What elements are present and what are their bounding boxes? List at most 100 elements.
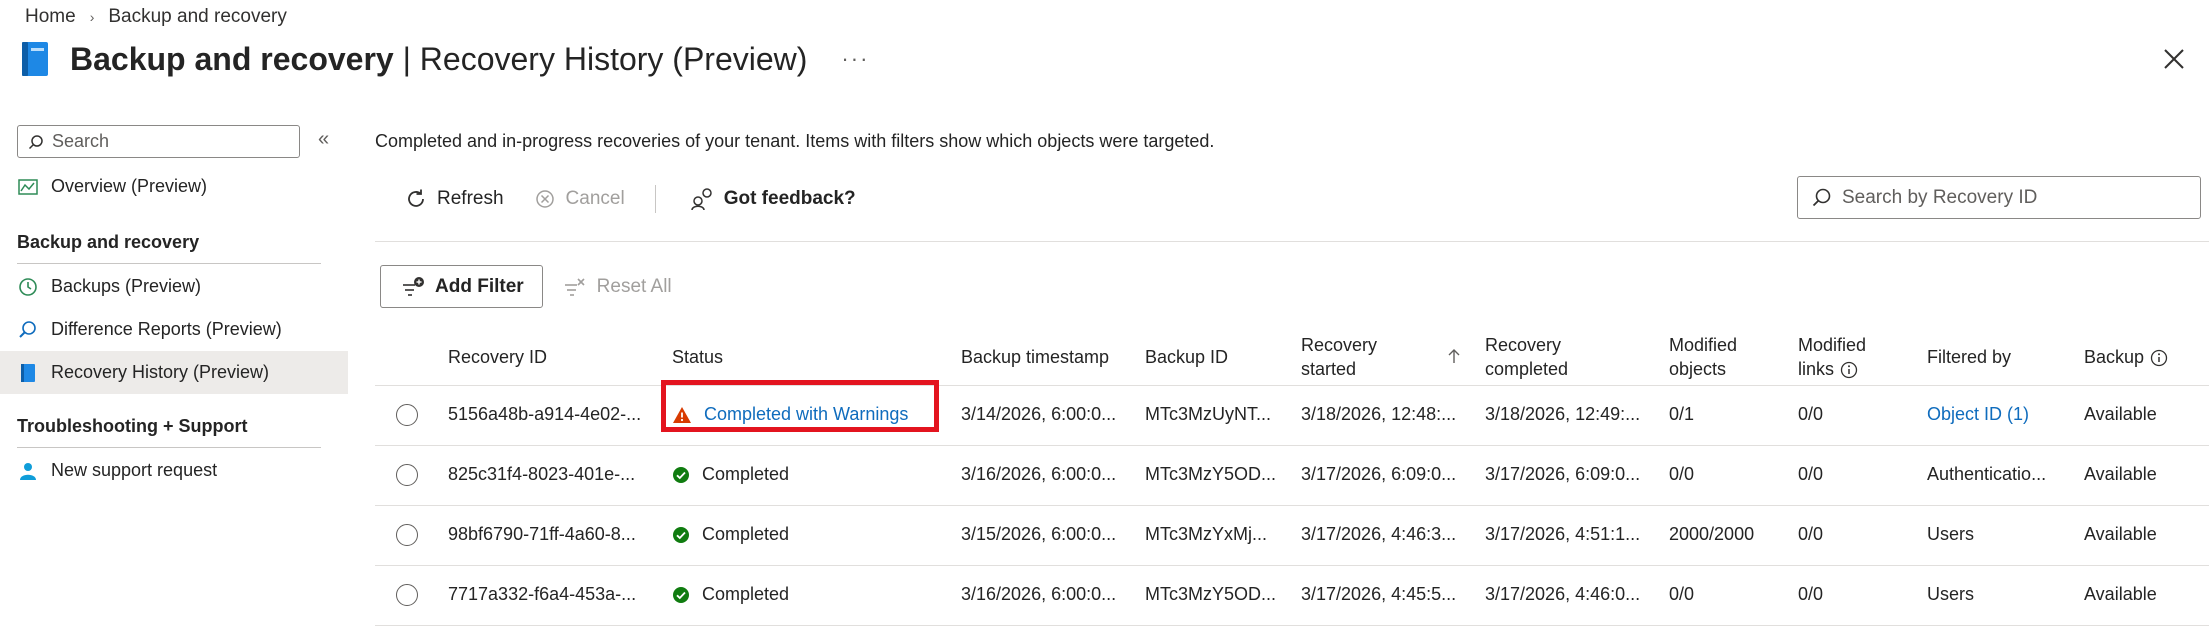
sort-ascending-icon[interactable] bbox=[1447, 348, 1461, 364]
recovery-history-table: Recovery ID Status Backup timestamp Back… bbox=[375, 326, 2209, 626]
collapse-sidebar-button[interactable]: « bbox=[318, 128, 329, 151]
col-modified-objects[interactable]: Modified objects bbox=[1669, 333, 1737, 381]
col-recovery-completed[interactable]: Recovery completed bbox=[1485, 333, 1568, 381]
search-icon bbox=[1812, 188, 1831, 206]
col-status[interactable]: Status bbox=[672, 345, 723, 369]
cell-backup-timestamp: 3/16/2026, 6:00:0... bbox=[961, 464, 1117, 484]
book-icon bbox=[22, 42, 48, 76]
book-icon bbox=[17, 362, 39, 384]
refresh-button[interactable]: Refresh bbox=[375, 177, 524, 221]
status-text: Completed bbox=[702, 524, 790, 544]
cell-modified-objects: 2000/2000 bbox=[1669, 524, 1755, 544]
clock-icon bbox=[17, 276, 39, 298]
info-icon[interactable] bbox=[2150, 349, 2168, 367]
table-row[interactable]: 7717a332-f6a4-453a-... Completed 3/16/20… bbox=[375, 566, 2209, 626]
cell-modified-links: 0/0 bbox=[1798, 524, 1824, 544]
page-title: Backup and recovery | Recovery History (… bbox=[70, 40, 808, 77]
sidebar-section-support: Troubleshooting + Support bbox=[17, 416, 248, 436]
cell-filtered-by-link[interactable]: Object ID (1) bbox=[1927, 404, 2029, 425]
more-options-button[interactable]: ··· bbox=[841, 46, 869, 72]
recovery-id-search-input[interactable] bbox=[1842, 186, 2192, 209]
col-backup-id[interactable]: Backup ID bbox=[1145, 345, 1228, 369]
check-circle-icon bbox=[672, 526, 690, 544]
cell-recovery-id: 7717a332-f6a4-453a-... bbox=[448, 584, 637, 604]
warning-icon bbox=[672, 406, 692, 424]
toolbar: Refresh Cancel Got feedback? bbox=[375, 175, 876, 223]
cell-status: Completed bbox=[672, 584, 789, 605]
col-recovery-id[interactable]: Recovery ID bbox=[448, 345, 547, 369]
status-text: Completed bbox=[702, 464, 790, 484]
row-select-radio[interactable] bbox=[396, 584, 418, 606]
cell-recovery-id: 98bf6790-71ff-4a60-8... bbox=[448, 524, 636, 544]
cell-recovery-id: 825c31f4-8023-401e-... bbox=[448, 464, 636, 484]
breadcrumb-current[interactable]: Backup and recovery bbox=[108, 6, 287, 28]
cell-recovery-completed: 3/18/2026, 12:49:... bbox=[1485, 404, 1641, 424]
cell-recovery-started: 3/17/2026, 6:09:0... bbox=[1301, 464, 1457, 484]
cell-status: Completed with Warnings bbox=[672, 404, 908, 425]
col-modified-links[interactable]: Modified links bbox=[1798, 333, 1866, 381]
sidebar-section-backup: Backup and recovery bbox=[17, 232, 200, 252]
divider bbox=[17, 447, 321, 448]
sidebar-search[interactable] bbox=[17, 125, 300, 158]
search-icon bbox=[28, 134, 43, 149]
cell-backup-timestamp: 3/16/2026, 6:00:0... bbox=[961, 584, 1117, 604]
reset-all-button[interactable]: Reset All bbox=[563, 276, 672, 298]
cell-backup-id: MTc3MzY5OD... bbox=[1145, 464, 1277, 484]
cell-modified-links: 0/0 bbox=[1798, 584, 1824, 604]
sidebar-item-label: Backups (Preview) bbox=[51, 276, 202, 296]
status-link[interactable]: Completed with Warnings bbox=[704, 404, 908, 425]
row-select-radio[interactable] bbox=[396, 404, 418, 426]
table-row[interactable]: 825c31f4-8023-401e-... Completed 3/16/20… bbox=[375, 446, 2209, 506]
cell-recovery-completed: 3/17/2026, 4:46:0... bbox=[1485, 584, 1641, 604]
cell-backup: Available bbox=[2084, 524, 2157, 544]
cell-modified-objects: 0/0 bbox=[1669, 464, 1695, 484]
sidebar-search-input[interactable] bbox=[52, 131, 292, 152]
sidebar-item-recovery-history[interactable]: Recovery History (Preview) bbox=[0, 351, 348, 394]
cell-recovery-started: 3/18/2026, 12:48:... bbox=[1301, 404, 1457, 424]
sidebar-item-label: Recovery History (Preview) bbox=[51, 362, 270, 382]
info-icon[interactable] bbox=[1840, 361, 1858, 379]
chevron-right-icon: › bbox=[89, 9, 95, 25]
overview-icon bbox=[17, 176, 39, 198]
feedback-people-icon bbox=[690, 188, 712, 211]
sidebar-item-label: New support request bbox=[51, 460, 218, 480]
col-backup[interactable]: Backup bbox=[2084, 345, 2168, 369]
cell-modified-objects: 0/1 bbox=[1669, 404, 1695, 424]
table-row[interactable]: 98bf6790-71ff-4a60-8... Completed 3/15/2… bbox=[375, 506, 2209, 566]
add-filter-icon bbox=[403, 276, 424, 296]
sidebar-item-difference-reports[interactable]: Difference Reports (Preview) bbox=[0, 308, 348, 351]
sidebar-item-backups[interactable]: Backups (Preview) bbox=[0, 265, 348, 308]
cancel-button[interactable]: Cancel bbox=[524, 177, 645, 221]
col-backup-timestamp[interactable]: Backup timestamp bbox=[961, 345, 1109, 369]
breadcrumb-home[interactable]: Home bbox=[25, 6, 76, 28]
cell-backup-id: MTc3MzY5OD... bbox=[1145, 584, 1277, 604]
col-filtered-by[interactable]: Filtered by bbox=[1927, 345, 2011, 369]
sidebar-item-new-support-request[interactable]: New support request bbox=[0, 449, 348, 492]
check-circle-icon bbox=[672, 466, 690, 484]
sidebar-item-overview[interactable]: Overview (Preview) bbox=[0, 165, 348, 208]
magnifier-icon bbox=[17, 319, 39, 341]
add-filter-button[interactable]: Add Filter bbox=[380, 265, 543, 308]
cell-status: Completed bbox=[672, 464, 789, 485]
support-person-icon bbox=[17, 460, 39, 482]
feedback-button[interactable]: Got feedback? bbox=[664, 177, 876, 221]
cell-backup: Available bbox=[2084, 404, 2157, 424]
cell-backup: Available bbox=[2084, 584, 2157, 604]
cell-backup-timestamp: 3/14/2026, 6:00:0... bbox=[961, 404, 1117, 424]
table-header: Recovery ID Status Backup timestamp Back… bbox=[375, 326, 2209, 386]
page-header: Backup and recovery | Recovery History (… bbox=[20, 40, 869, 78]
cell-recovery-completed: 3/17/2026, 6:09:0... bbox=[1485, 464, 1641, 484]
filter-bar: Add Filter Reset All bbox=[380, 265, 672, 308]
sidebar-item-label: Overview (Preview) bbox=[51, 176, 208, 196]
table-row[interactable]: 5156a48b-a914-4e02-... Completed with Wa… bbox=[375, 380, 2209, 446]
cell-recovery-started: 3/17/2026, 4:46:3... bbox=[1301, 524, 1457, 544]
breadcrumb: Home › Backup and recovery bbox=[25, 6, 287, 28]
col-recovery-started[interactable]: Recovery started bbox=[1301, 333, 1377, 381]
clear-filter-icon bbox=[564, 277, 585, 296]
close-icon[interactable] bbox=[2161, 46, 2187, 72]
row-select-radio[interactable] bbox=[396, 524, 418, 546]
toolbar-divider bbox=[654, 185, 656, 213]
cell-backup-id: MTc3MzUyNT... bbox=[1145, 404, 1271, 424]
recovery-id-search[interactable] bbox=[1797, 176, 2201, 219]
row-select-radio[interactable] bbox=[396, 464, 418, 486]
